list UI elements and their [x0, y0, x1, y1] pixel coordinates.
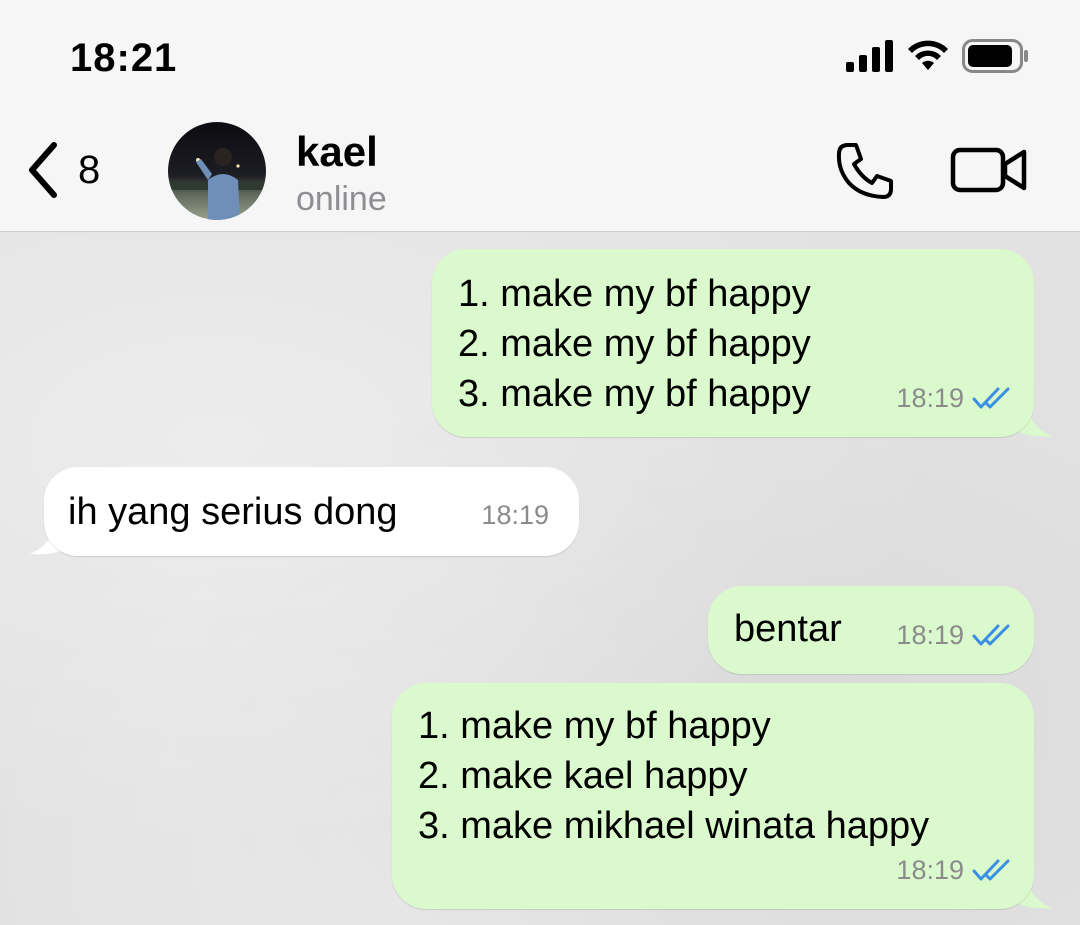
message-line: 3. make my bf happy	[458, 373, 811, 415]
message-bubble-outgoing[interactable]: 1. make my bf happy 2. make my bf happy …	[432, 249, 1034, 437]
message-time: 18:19	[896, 620, 964, 650]
video-camera-icon	[950, 147, 1027, 193]
phone-icon	[836, 143, 893, 199]
message-text: 1. make my bf happy 2. make kael happy 3…	[418, 701, 929, 851]
contact-status: online	[296, 180, 387, 218]
contact-name[interactable]: kael	[296, 128, 378, 176]
chat-header: 18:21 8 kael online	[0, 0, 1080, 232]
message-line: ih yang serius dong	[68, 491, 398, 533]
message-line: 3. make mikhael winata happy	[418, 805, 930, 847]
message-meta: 18:19	[896, 373, 1012, 423]
message-bubble-incoming[interactable]: ih yang serius dong 18:19	[44, 467, 579, 556]
unread-count: 8	[78, 147, 101, 192]
status-bar-time: 18:21	[70, 36, 178, 80]
avatar[interactable]	[168, 122, 266, 220]
message-line: 1. make my bf happy	[458, 273, 811, 315]
double-check-icon	[972, 624, 1010, 646]
message-line: bentar	[734, 608, 842, 650]
double-check-icon	[972, 387, 1010, 409]
message-line: 2. make my bf happy	[458, 323, 811, 365]
message-meta: 18:19	[896, 845, 1012, 895]
message-bubble-outgoing[interactable]: bentar 18:19	[708, 586, 1034, 674]
message-text: 1. make my bf happy 2. make my bf happy …	[458, 269, 811, 419]
message-meta: 18:19	[481, 490, 549, 540]
status-bar-icons	[846, 38, 1030, 74]
voice-call-button[interactable]	[834, 140, 896, 202]
message-text: ih yang serius dong	[68, 487, 398, 537]
battery-icon	[962, 39, 1028, 73]
video-call-button[interactable]	[950, 144, 1028, 196]
wifi-icon	[908, 40, 948, 70]
message-line: 2. make kael happy	[418, 755, 748, 797]
message-time: 18:19	[896, 855, 964, 885]
signal-icon	[846, 40, 893, 72]
message-time: 18:19	[481, 500, 549, 530]
back-button[interactable]: 8	[24, 138, 100, 202]
double-check-icon	[972, 859, 1010, 881]
message-time: 18:19	[896, 383, 964, 413]
chevron-left-icon	[29, 142, 57, 198]
message-bubble-outgoing[interactable]: 1. make my bf happy 2. make kael happy 3…	[392, 683, 1034, 909]
message-line: 1. make my bf happy	[418, 705, 771, 747]
message-meta: 18:19	[896, 610, 1012, 660]
message-text: bentar	[734, 604, 842, 654]
